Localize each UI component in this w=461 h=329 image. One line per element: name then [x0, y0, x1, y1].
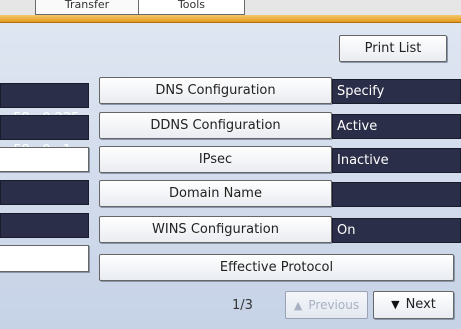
tab-bar: Transfer Tools	[0, 0, 461, 23]
dns-configuration-value: Specify	[332, 79, 461, 104]
ip-address-value[interactable]: 58. 0.235	[0, 83, 89, 126]
domain-name-label: Domain Name	[169, 186, 262, 201]
next-button[interactable]: ▼ Next	[373, 291, 454, 319]
settings-panel	[0, 23, 461, 329]
ddns-configuration-label: DDNS Configuration	[150, 118, 281, 133]
dns-configuration-label: DNS Configuration	[155, 83, 276, 98]
effective-protocol-button[interactable]: Effective Protocol	[99, 254, 454, 281]
tab-accent-strip	[0, 15, 461, 23]
left-field-3[interactable]	[0, 147, 89, 172]
dns-configuration-value-text: Specify	[337, 84, 385, 99]
domain-name-button[interactable]: Domain Name	[99, 180, 332, 207]
print-list-button[interactable]: Print List	[339, 35, 447, 62]
tab-tools-label: Tools	[177, 0, 206, 11]
previous-label: Previous	[308, 298, 360, 312]
previous-button[interactable]: ▲ Previous	[285, 291, 368, 319]
effective-protocol-label: Effective Protocol	[219, 260, 334, 275]
ipsec-value: Inactive	[332, 148, 461, 173]
tab-tools[interactable]: Tools	[138, 0, 245, 15]
ddns-configuration-button[interactable]: DDNS Configuration	[99, 112, 332, 139]
ipsec-value-text: Inactive	[337, 153, 389, 168]
domain-name-value	[332, 182, 461, 207]
ipsec-button[interactable]: IPsec	[99, 146, 332, 173]
page-indicator: 1/3	[232, 298, 253, 313]
left-field-5[interactable]	[0, 213, 89, 238]
dns-configuration-button[interactable]: DNS Configuration	[99, 77, 332, 104]
page-indicator-text: 1/3	[232, 298, 253, 313]
triangle-down-icon: ▼	[391, 298, 400, 311]
wins-configuration-label: WINS Configuration	[152, 222, 279, 237]
wins-configuration-button[interactable]: WINS Configuration	[99, 216, 332, 243]
tab-transfer[interactable]: Transfer	[35, 0, 139, 15]
next-label: Next	[405, 297, 436, 312]
ddns-configuration-value-text: Active	[337, 119, 378, 134]
print-list-label: Print List	[364, 41, 422, 56]
ipsec-label: IPsec	[198, 152, 233, 167]
left-field-4[interactable]	[0, 180, 89, 205]
wins-configuration-value-text: On	[337, 223, 356, 238]
subnet-mask-value[interactable]: 58. 0. 1	[0, 115, 89, 158]
triangle-up-icon: ▲	[293, 299, 303, 312]
left-field-6[interactable]	[0, 245, 89, 272]
ddns-configuration-value: Active	[332, 114, 461, 139]
wins-configuration-value: On	[332, 218, 461, 243]
tab-transfer-label: Transfer	[64, 0, 110, 11]
